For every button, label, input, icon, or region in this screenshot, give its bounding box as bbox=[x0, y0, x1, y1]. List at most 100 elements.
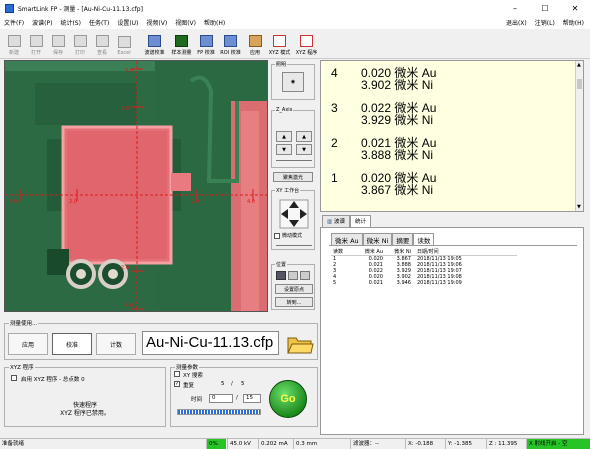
time-field[interactable]: 0 bbox=[209, 394, 233, 403]
scroll-thumb[interactable] bbox=[577, 79, 582, 89]
maximize-button[interactable]: ☐ bbox=[530, 0, 560, 16]
z-speed-slider[interactable] bbox=[276, 160, 312, 161]
xy-search-checkbox[interactable] bbox=[174, 371, 180, 377]
menu-logout[interactable]: 注销(L) bbox=[531, 18, 559, 27]
open-button[interactable]: 打开 bbox=[25, 30, 47, 58]
go-button[interactable]: Go bbox=[269, 380, 307, 418]
scroll-down-icon[interactable]: ▼ bbox=[577, 204, 581, 210]
enable-xyz-label: 启用 XYZ 程序 - 总点数 0 bbox=[21, 377, 85, 383]
xyz-program-group: XYZ 程序 启用 XYZ 程序 - 总点数 0 快速程序 XYZ 程序已禁用。 bbox=[4, 363, 166, 427]
tick-x-right-inner: 2.0 bbox=[191, 199, 199, 205]
tab-statistics[interactable]: 统计 bbox=[349, 215, 371, 227]
menu-help-right[interactable]: 帮助(H) bbox=[559, 18, 588, 27]
reading-ni: 3.867 微米 Ni bbox=[361, 183, 434, 197]
z-down-fast-button[interactable]: ▼ bbox=[296, 144, 312, 155]
reading-number: 2 bbox=[331, 136, 338, 150]
apply-button[interactable]: 应用 bbox=[244, 30, 266, 58]
col-header[interactable]: 微米 Au bbox=[357, 248, 385, 255]
menu-file[interactable]: 文件(F) bbox=[0, 18, 28, 27]
preset-2-icon[interactable] bbox=[288, 271, 298, 280]
menu-stats[interactable]: 统计(S) bbox=[56, 18, 85, 27]
status-x: X: -0.188 bbox=[405, 439, 435, 449]
menu-view[interactable]: 视图(V) bbox=[171, 18, 200, 27]
focus-laser-button[interactable]: 聚焦激光 bbox=[273, 172, 313, 182]
lighting-button[interactable]: ◉ bbox=[282, 72, 304, 92]
z-up-fast-button[interactable]: ▲ bbox=[296, 131, 312, 142]
status-percent: 0% bbox=[206, 439, 226, 449]
z-down-button[interactable]: ▼ bbox=[276, 144, 292, 155]
save-icon bbox=[51, 35, 65, 47]
goto-button[interactable]: 转到... bbox=[275, 297, 313, 307]
set-origin-button[interactable]: 设置原点 bbox=[275, 284, 313, 294]
position-presets bbox=[276, 271, 312, 280]
view-button[interactable]: 查看 bbox=[91, 30, 113, 58]
z-axis-group: Z_Axis ▲ ▲ ▼ ▼ bbox=[271, 107, 315, 168]
z-axis-label: Z_Axis bbox=[275, 107, 294, 113]
lighting-group: 照明 ◉ bbox=[271, 61, 315, 100]
calibrate-mode-button[interactable]: 校准 bbox=[52, 333, 92, 355]
col-header[interactable]: 微米 Ni bbox=[385, 248, 413, 255]
fp-calib-button[interactable]: FP 校准 bbox=[195, 30, 217, 58]
xyz-mode-icon bbox=[273, 35, 286, 47]
xyz-disabled-label: XYZ 程序已禁用。 bbox=[60, 410, 110, 417]
new-button[interactable]: 新建 bbox=[3, 30, 25, 58]
scroll-up-icon[interactable]: ▲ bbox=[577, 62, 581, 68]
tab-spectrum[interactable]: ▥ 波谱 bbox=[322, 215, 350, 227]
menu-settings[interactable]: 设置(U) bbox=[113, 18, 142, 27]
preset-1-icon[interactable] bbox=[276, 271, 286, 280]
panel-tabs: ▥ 波谱 统计 bbox=[322, 215, 371, 227]
camera-view[interactable]: 4.0 2.0 2.0 4.0 4.0 2.0 2.0 4.0 bbox=[4, 60, 268, 312]
lamp-icon: ◉ bbox=[290, 79, 296, 85]
time-total-field[interactable]: 15 bbox=[243, 394, 261, 403]
sample-measure-button[interactable]: 样本测量 bbox=[168, 30, 195, 58]
reading-number: 1 bbox=[331, 171, 338, 185]
roi-calib-button[interactable]: ROI 校准 bbox=[217, 30, 244, 58]
measure-params-label: 测量参数 bbox=[175, 363, 200, 371]
menu-video[interactable]: 视频(V) bbox=[142, 18, 171, 27]
tick-y-top-outer: 4.0 bbox=[125, 68, 133, 74]
measure-using-label: 测量使用... bbox=[9, 319, 39, 327]
tick-x-left-inner: 2.0 bbox=[69, 199, 77, 205]
close-button[interactable]: ✕ bbox=[560, 0, 590, 16]
measure-params-group: 测量参数 XY 搜索 ✓ 重复 5 / 5 时间 0 / 15 Go bbox=[170, 363, 318, 427]
jog-mode-checkbox[interactable] bbox=[274, 233, 280, 239]
spectrum-calib-button[interactable]: 波谱校准 bbox=[141, 30, 168, 58]
readings-scrollbar[interactable]: ▲ ▼ bbox=[575, 61, 583, 211]
open-folder-icon[interactable] bbox=[286, 333, 314, 355]
menu-spectrum[interactable]: 波谱(P) bbox=[28, 18, 56, 27]
count-mode-button[interactable]: 计数 bbox=[96, 333, 136, 355]
repeat-checkbox[interactable]: ✓ bbox=[174, 381, 180, 387]
xyz-program-label: XYZ 程序 bbox=[9, 363, 35, 371]
xyz-mode-button[interactable]: XYZ 模式 bbox=[266, 30, 293, 58]
window-title: SmartLink FP - 测量 - [Au-Ni-Cu-11.13.cfp] bbox=[18, 5, 143, 13]
menu-task[interactable]: 任务(T) bbox=[85, 18, 113, 27]
col-header[interactable]: 读数 bbox=[331, 248, 357, 255]
measure-progress-bar bbox=[177, 409, 261, 415]
statistics-panel: 微米 Au 微米 Ni 摘要 读数 读数 微米 Au 微米 Ni 日期/时间 1… bbox=[320, 227, 584, 435]
arrow-up-icon: ▲ bbox=[282, 133, 286, 140]
save-button[interactable]: 保存 bbox=[47, 30, 69, 58]
menu-bar: 文件(F) 波谱(P) 统计(S) 任务(T) 设置(U) 视频(V) 视图(V… bbox=[0, 16, 590, 29]
control-panel: 照明 ◉ Z_Axis ▲ ▲ ▼ ▼ 聚焦激光 XY 工作台 微动模式 位置 … bbox=[269, 60, 318, 312]
print-button[interactable]: 打印 bbox=[69, 30, 91, 58]
enable-xyz-checkbox[interactable] bbox=[11, 375, 17, 381]
calibration-file-field[interactable]: Au-Ni-Cu-11.13.cfp bbox=[142, 331, 279, 355]
menu-exit[interactable]: 退出(X) bbox=[502, 18, 531, 27]
excel-button[interactable]: Excel bbox=[113, 30, 135, 58]
xy-joystick[interactable] bbox=[279, 199, 309, 229]
menu-help[interactable]: 帮助(H) bbox=[200, 18, 229, 27]
xy-speed-slider[interactable] bbox=[276, 245, 312, 246]
table-row[interactable]: 5 0.021 3.946 2018/11/13 19:09 bbox=[331, 280, 517, 286]
jog-mode-label: 微动模式 bbox=[282, 233, 303, 239]
sample-image: 4.0 2.0 2.0 4.0 4.0 2.0 2.0 4.0 bbox=[5, 61, 267, 311]
z-up-button[interactable]: ▲ bbox=[276, 131, 292, 142]
xyz-program-button[interactable]: XYZ 程序 bbox=[293, 30, 320, 58]
spectrum-icon bbox=[148, 35, 161, 47]
minimize-button[interactable]: – bbox=[500, 0, 530, 16]
apply-mode-button[interactable]: 应用 bbox=[8, 333, 48, 355]
tick-x-left-outer: 4.0 bbox=[9, 199, 17, 205]
status-ready: 准备就绪 bbox=[2, 441, 25, 447]
preset-3-icon[interactable] bbox=[300, 271, 310, 280]
col-header[interactable]: 日期/时间 bbox=[413, 248, 485, 255]
toolbar: 新建 打开 保存 打印 查看 Excel 波谱校准 样本测量 FP 校准 ROI… bbox=[0, 29, 590, 59]
